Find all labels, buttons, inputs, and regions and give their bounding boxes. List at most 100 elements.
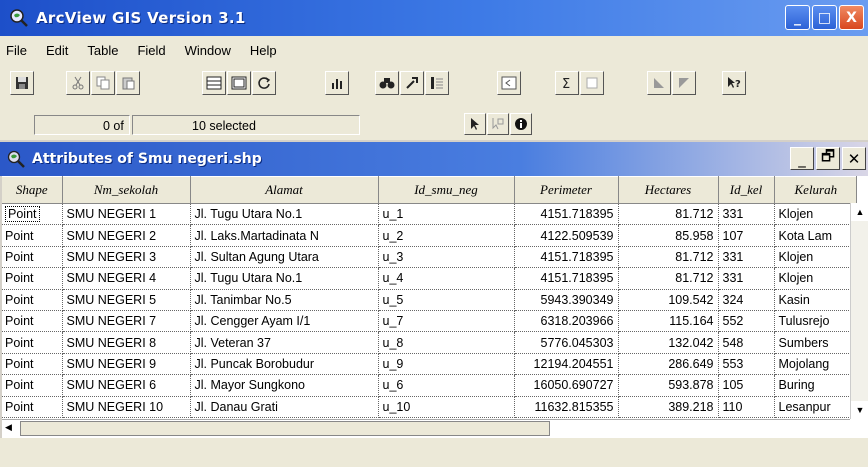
cell-kelurahan[interactable]: Kota Lam	[774, 224, 857, 247]
promote-button[interactable]	[497, 71, 521, 95]
cell-hectares[interactable]: 593.878	[618, 374, 719, 397]
cell-shape[interactable]: Point	[2, 331, 63, 354]
cell-hectares[interactable]: 389.218	[618, 396, 719, 418]
cell-kelurahan[interactable]: Kasin	[774, 289, 857, 311]
column-header-hectares[interactable]: Hectares	[618, 176, 719, 204]
close-button[interactable]: X	[839, 5, 864, 30]
cell-shape[interactable]: Point	[2, 289, 63, 311]
cell-perimeter[interactable]: 5776.045303	[514, 331, 619, 354]
find-button[interactable]	[375, 71, 399, 95]
cell-hectares[interactable]: 132.042	[618, 331, 719, 354]
cell-alamat[interactable]: Jl. Tugu Utara No.1	[190, 203, 379, 226]
cell-alamat[interactable]: Jl. Danau Grati	[190, 396, 379, 418]
cell-alamat[interactable]: Jl. Laks.Martadinata N	[190, 224, 379, 247]
cell-nm-sekolah[interactable]: SMU NEGERI 6	[62, 374, 191, 397]
table-row[interactable]: Point SMU NEGERI 8 Jl. Veteran 37 u_8 5776.0…	[2, 331, 857, 354]
save-button[interactable]	[10, 71, 34, 95]
cell-shape[interactable]: Point	[2, 353, 63, 376]
cell-alamat[interactable]: Jl. Cengger Ayam I/1	[190, 310, 379, 333]
cell-alamat[interactable]: Jl. Tanimbar No.5	[190, 289, 379, 311]
cell-hectares[interactable]: 81.712	[618, 246, 719, 269]
cell-id-kel[interactable]: 552	[718, 310, 775, 333]
cell-id-smu-neg[interactable]: u_2	[378, 224, 515, 247]
cell-id-kel[interactable]: 107	[718, 224, 775, 247]
calculate-button[interactable]	[580, 71, 604, 95]
table-row[interactable]: Point SMU NEGERI 10 Jl. Danau Grati u_10 116…	[2, 396, 857, 418]
minimize-button[interactable]: _	[785, 5, 810, 30]
cell-kelurahan[interactable]: Lesanpur	[774, 396, 857, 418]
menu-table[interactable]: Table	[87, 43, 118, 58]
cell-shape[interactable]: Point	[2, 396, 63, 418]
scroll-down-arrow-icon[interactable]: ▼	[851, 401, 868, 419]
cell-id-smu-neg[interactable]: u_6	[378, 374, 515, 397]
cell-nm-sekolah[interactable]: SMU NEGERI 4	[62, 267, 191, 290]
cell-perimeter[interactable]: 5943.390349	[514, 289, 619, 311]
cell-id-kel[interactable]: 548	[718, 331, 775, 354]
cell-nm-sekolah[interactable]: SMU NEGERI 5	[62, 289, 191, 311]
cell-nm-sekolah[interactable]: SMU NEGERI 9	[62, 353, 191, 376]
cell-kelurahan[interactable]: Klojen	[774, 246, 857, 269]
sort-button[interactable]	[425, 71, 449, 95]
sort-descending-button[interactable]	[672, 71, 696, 95]
app-title-bar[interactable]: ArcView GIS Version 3.1 _ □ X	[0, 0, 868, 36]
summarize-button[interactable]: Σ	[555, 71, 579, 95]
column-header-nm-sekolah[interactable]: Nm_sekolah	[62, 176, 191, 204]
cut-button[interactable]	[66, 71, 90, 95]
cell-shape[interactable]: Point	[2, 267, 63, 290]
menu-file[interactable]: File	[6, 43, 27, 58]
cell-shape[interactable]: Point	[2, 246, 63, 269]
horizontal-scrollbar[interactable]: ◀	[2, 419, 850, 437]
menu-field[interactable]: Field	[137, 43, 165, 58]
cell-nm-sekolah[interactable]: SMU NEGERI 1	[62, 203, 191, 226]
cell-perimeter[interactable]: 4151.718395	[514, 246, 619, 269]
table-row[interactable]: Point SMU NEGERI 6 Jl. Mayor Sungkono u_6 16…	[2, 374, 857, 397]
cell-hectares[interactable]: 109.542	[618, 289, 719, 311]
cell-id-smu-neg[interactable]: u_10	[378, 396, 515, 418]
paste-button[interactable]	[116, 71, 140, 95]
table-row[interactable]: Point SMU NEGERI 4 Jl. Tugu Utara No.1 u_4 4…	[2, 267, 857, 290]
cell-id-kel[interactable]: 331	[718, 246, 775, 269]
cell-id-smu-neg[interactable]: u_9	[378, 353, 515, 376]
cell-perimeter[interactable]: 12194.204551	[514, 353, 619, 376]
column-header-id-smu-neg[interactable]: Id_smu_neg	[378, 176, 515, 204]
cell-nm-sekolah[interactable]: SMU NEGERI 3	[62, 246, 191, 269]
edit-cursor-tool-button[interactable]	[487, 113, 509, 135]
cell-kelurahan[interactable]: Klojen	[774, 267, 857, 290]
cell-nm-sekolah[interactable]: SMU NEGERI 10	[62, 396, 191, 418]
cell-kelurahan[interactable]: Tulusrejo	[774, 310, 857, 333]
column-header-shape[interactable]: Shape	[2, 176, 63, 204]
cell-kelurahan[interactable]: Buring	[774, 374, 857, 397]
select-none-button[interactable]	[227, 71, 251, 95]
table-row[interactable]: Point SMU NEGERI 9 Jl. Puncak Borobudur u_9…	[2, 353, 857, 376]
cell-hectares[interactable]: 286.649	[618, 353, 719, 376]
cell-shape[interactable]: Point	[2, 224, 63, 247]
cell-hectares[interactable]: 81.712	[618, 267, 719, 290]
cell-alamat[interactable]: Jl. Veteran 37	[190, 331, 379, 354]
select-all-button[interactable]	[202, 71, 226, 95]
cell-perimeter[interactable]: 4151.718395	[514, 267, 619, 290]
column-header-id-kel[interactable]: Id_kel	[718, 176, 775, 204]
cell-alamat[interactable]: Jl. Tugu Utara No.1	[190, 267, 379, 290]
help-button[interactable]: ?	[722, 71, 746, 95]
cell-id-kel[interactable]: 324	[718, 289, 775, 311]
menu-window[interactable]: Window	[185, 43, 231, 58]
cell-id-smu-neg[interactable]: u_8	[378, 331, 515, 354]
cell-shape[interactable]: Point	[2, 374, 63, 397]
cell-id-smu-neg[interactable]: u_1	[378, 203, 515, 226]
table-row[interactable]: Point SMU NEGERI 7 Jl. Cengger Ayam I/1 u_7…	[2, 310, 857, 333]
cell-nm-sekolah[interactable]: SMU NEGERI 7	[62, 310, 191, 333]
table-row[interactable]: Point SMU NEGERI 5 Jl. Tanimbar No.5 u_5 594…	[2, 289, 857, 311]
cell-nm-sekolah[interactable]: SMU NEGERI 2	[62, 224, 191, 247]
table-row[interactable]: Point SMU NEGERI 3 Jl. Sultan Agung Utara u…	[2, 246, 857, 269]
maximize-button[interactable]: □	[812, 5, 837, 30]
refresh-button[interactable]	[252, 71, 276, 95]
table-row[interactable]: Point SMU NEGERI 2 Jl. Laks.Martadinata Nu…	[2, 224, 857, 247]
menu-edit[interactable]: Edit	[46, 43, 68, 58]
cell-perimeter[interactable]: 6318.203966	[514, 310, 619, 333]
query-button[interactable]	[400, 71, 424, 95]
column-header-kelurahan[interactable]: Kelurah	[774, 176, 857, 204]
cell-id-smu-neg[interactable]: u_5	[378, 289, 515, 311]
attr-restore-button[interactable]: 🗗	[816, 147, 840, 170]
attr-close-button[interactable]: ✕	[842, 147, 866, 170]
info-tool-button[interactable]	[510, 113, 532, 135]
